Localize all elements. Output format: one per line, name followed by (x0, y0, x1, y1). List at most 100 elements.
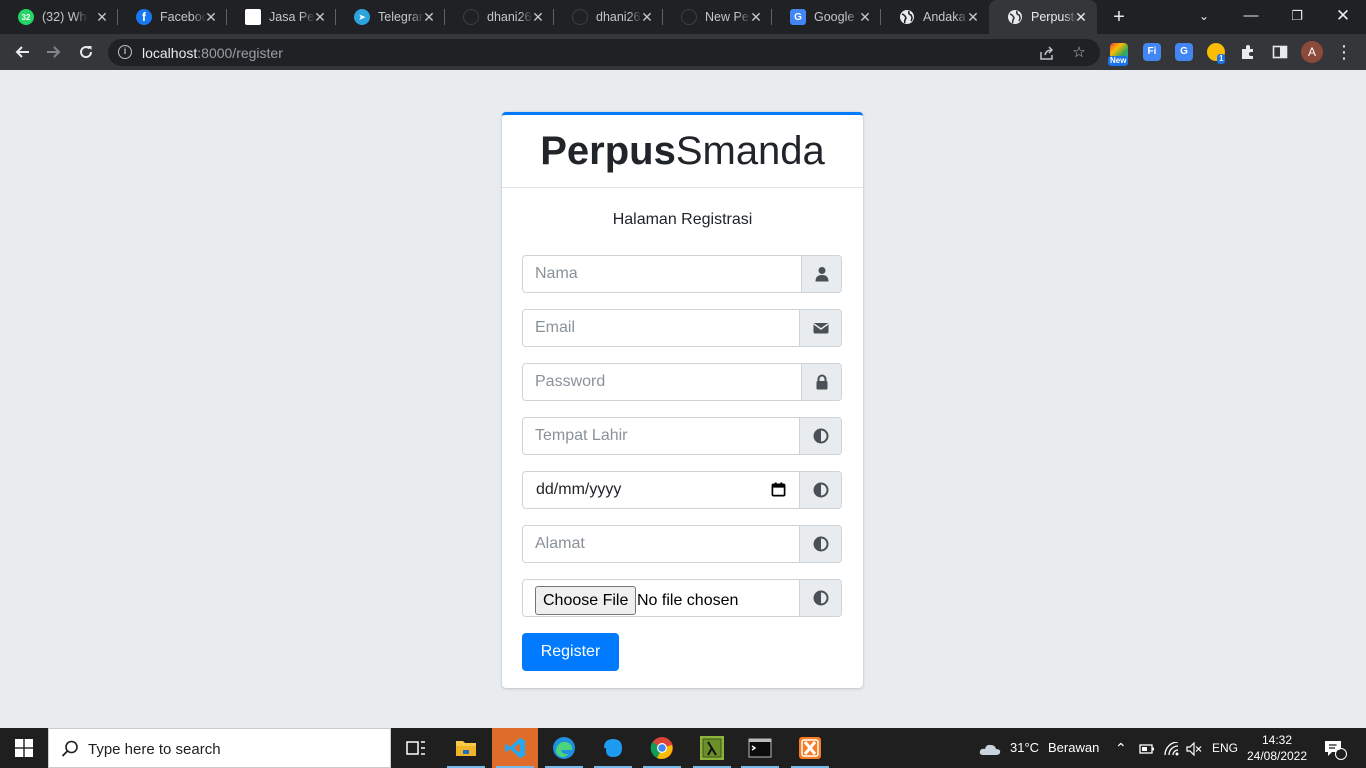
close-icon[interactable]: ✕ (965, 9, 981, 25)
page-icon (245, 9, 261, 25)
new-badge: New (1108, 56, 1129, 66)
url-host: localhost (142, 45, 198, 61)
date-input-value[interactable]: dd/mm/yyyy (536, 481, 621, 499)
tab-title: Jasa Pembuatan (269, 10, 315, 24)
close-icon[interactable]: ✕ (94, 9, 110, 25)
password-input-group (522, 363, 842, 401)
tab-title: Facebook (160, 10, 206, 24)
chrome-menu-icon[interactable]: ⋮ (1330, 38, 1358, 66)
command-prompt-icon[interactable] (737, 728, 783, 768)
tab-andaka[interactable]: Andaka ✕ (881, 0, 989, 34)
register-button[interactable]: Register (522, 633, 619, 671)
battery-icon[interactable] (1139, 728, 1155, 768)
close-icon[interactable]: ✕ (748, 9, 764, 25)
close-icon[interactable]: ✕ (421, 9, 437, 25)
minimize-button[interactable]: — (1228, 0, 1274, 34)
weather-temperature[interactable]: 31°C (1010, 728, 1039, 768)
volume-muted-icon[interactable] (1186, 728, 1202, 768)
email-input[interactable] (523, 310, 801, 346)
alamat-input-group (522, 525, 842, 563)
share-icon[interactable] (1037, 43, 1057, 63)
edge-icon[interactable] (541, 728, 587, 768)
system-clock[interactable]: 14:32 24/08/2022 (1244, 732, 1310, 764)
store-app-icon[interactable] (590, 728, 636, 768)
browser-toolbar: i localhost:8000/register ☆ New Fi G 1 ⋮ (0, 34, 1366, 70)
nama-input[interactable] (523, 256, 803, 292)
tab-perpustakaan[interactable]: Perpustakaan ✕ (989, 0, 1097, 34)
adjust-icon (799, 418, 841, 454)
tab-github-2[interactable]: dhani26 ✕ (554, 0, 663, 34)
back-arrow-icon[interactable] (8, 38, 36, 66)
tab-jasa[interactable]: Jasa Pembuatan ✕ (227, 0, 336, 34)
close-icon[interactable]: ✕ (312, 9, 328, 25)
weather-condition[interactable]: Berawan (1048, 728, 1099, 768)
notification-center-icon[interactable] (1323, 728, 1347, 768)
chrome-icon[interactable] (639, 728, 685, 768)
profile-avatar[interactable]: A (1301, 41, 1323, 63)
tab-google-translate[interactable]: G Google T ✕ (772, 0, 881, 34)
email-input-group (522, 309, 842, 347)
start-button[interactable] (0, 728, 48, 768)
extensions-puzzle-icon[interactable] (1234, 38, 1262, 66)
new-tab-button[interactable]: + (1108, 6, 1130, 28)
tab-github-1[interactable]: dhani26 ✕ (445, 0, 554, 34)
brand-logo-text[interactable]: PerpusSmanda (540, 129, 825, 174)
adjust-icon (799, 580, 841, 616)
extension-translate-icon[interactable]: G (1175, 43, 1193, 61)
nama-input-group (522, 255, 842, 293)
envelope-icon (799, 310, 841, 346)
tab-telegram[interactable]: ➤ Telegram ✕ (336, 0, 445, 34)
page-subtitle: Halaman Registrasi (612, 211, 753, 228)
google-translate-icon: G (790, 9, 806, 25)
side-panel-icon[interactable] (1266, 38, 1294, 66)
file-input-group: Choose File No file chosen (522, 579, 842, 617)
task-view-icon[interactable] (393, 728, 439, 768)
reload-icon[interactable] (72, 38, 100, 66)
tempat-lahir-input-group (522, 417, 842, 455)
tray-chevron-up-icon[interactable]: ⌃ (1115, 728, 1127, 768)
close-icon[interactable]: ✕ (203, 9, 219, 25)
tab-title: dhani26 (596, 10, 641, 24)
input-language[interactable]: ENG (1212, 728, 1238, 768)
restore-button[interactable]: ❐ (1274, 0, 1320, 34)
file-status-text: No file chosen (637, 592, 739, 609)
forward-arrow-icon[interactable] (40, 38, 68, 66)
close-icon[interactable]: ✕ (1073, 9, 1089, 25)
close-icon[interactable]: ✕ (857, 9, 873, 25)
choose-file-button[interactable]: Choose File (535, 586, 637, 615)
github-icon (681, 9, 697, 25)
tab-github-3[interactable]: New Per ✕ (663, 0, 772, 34)
lock-icon (801, 364, 841, 400)
clock-time: 14:32 (1261, 733, 1293, 747)
xampp-icon[interactable] (787, 728, 833, 768)
close-icon[interactable]: ✕ (530, 9, 546, 25)
password-input[interactable] (523, 364, 803, 400)
wifi-icon[interactable] (1164, 728, 1180, 768)
tab-facebook[interactable]: f Facebook ✕ (118, 0, 227, 34)
alamat-input[interactable] (523, 526, 801, 562)
bookmark-star-icon[interactable]: ☆ (1069, 43, 1089, 63)
whatsapp-icon: 32 (18, 9, 34, 25)
tab-title: dhani26 (487, 10, 532, 24)
close-icon[interactable]: ✕ (639, 9, 655, 25)
vscode-icon[interactable] (492, 728, 538, 768)
url-path: :8000/register (197, 45, 283, 61)
github-icon (463, 9, 479, 25)
brand-bold: Perpus (540, 129, 676, 173)
windows-taskbar: Type here to search 31°C Berawan ⌃ ENG 1… (0, 728, 1366, 768)
tab-title: (32) WhatsApp (42, 10, 88, 24)
taskbar-search-box[interactable]: Type here to search (48, 728, 391, 768)
tab-whatsapp[interactable]: 32 (32) WhatsApp ✕ (0, 0, 118, 34)
tempat-lahir-input[interactable] (523, 418, 801, 454)
file-explorer-icon[interactable] (443, 728, 489, 768)
tab-title: Telegram (378, 10, 424, 24)
terminal-lambda-icon[interactable] (689, 728, 735, 768)
address-bar[interactable]: i localhost:8000/register ☆ (108, 39, 1100, 66)
calendar-icon[interactable] (771, 482, 786, 497)
brand-light: Smanda (675, 129, 825, 173)
tab-search-chevron-icon[interactable]: ⌄ (1181, 0, 1227, 34)
weather-icon[interactable] (978, 728, 1002, 768)
extension-docs-icon[interactable]: Fi (1143, 43, 1161, 61)
site-info-icon[interactable]: i (118, 45, 132, 59)
close-window-button[interactable]: ✕ (1320, 0, 1366, 34)
